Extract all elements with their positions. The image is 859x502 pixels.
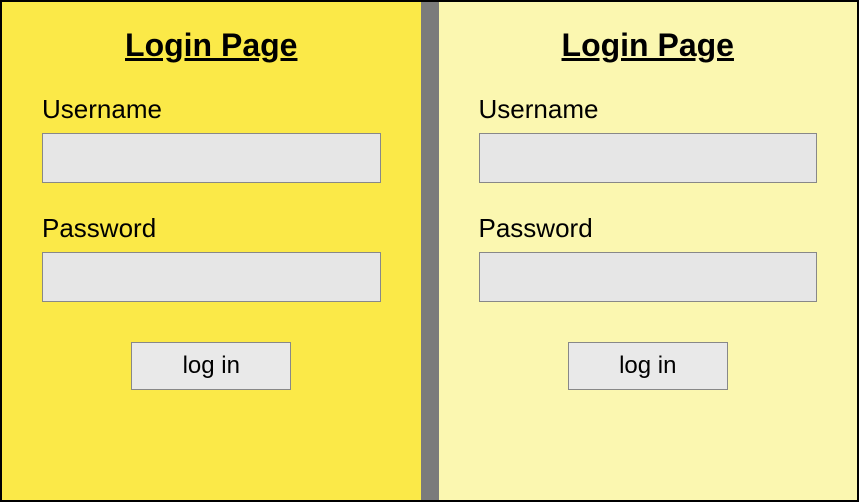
login-button[interactable]: log in	[131, 342, 291, 390]
login-panel-left: Login Page Username Password log in	[2, 2, 421, 500]
username-label: Username	[479, 94, 818, 125]
login-panel-right: Login Page Username Password log in	[439, 2, 858, 500]
page-title: Login Page	[479, 27, 818, 64]
password-input[interactable]	[479, 252, 818, 302]
button-row: log in	[42, 342, 381, 390]
button-row: log in	[479, 342, 818, 390]
login-button[interactable]: log in	[568, 342, 728, 390]
panel-divider	[421, 2, 439, 500]
password-label: Password	[479, 213, 818, 244]
username-input[interactable]	[479, 133, 818, 183]
page-title: Login Page	[42, 27, 381, 64]
username-label: Username	[42, 94, 381, 125]
password-label: Password	[42, 213, 381, 244]
username-input[interactable]	[42, 133, 381, 183]
password-input[interactable]	[42, 252, 381, 302]
